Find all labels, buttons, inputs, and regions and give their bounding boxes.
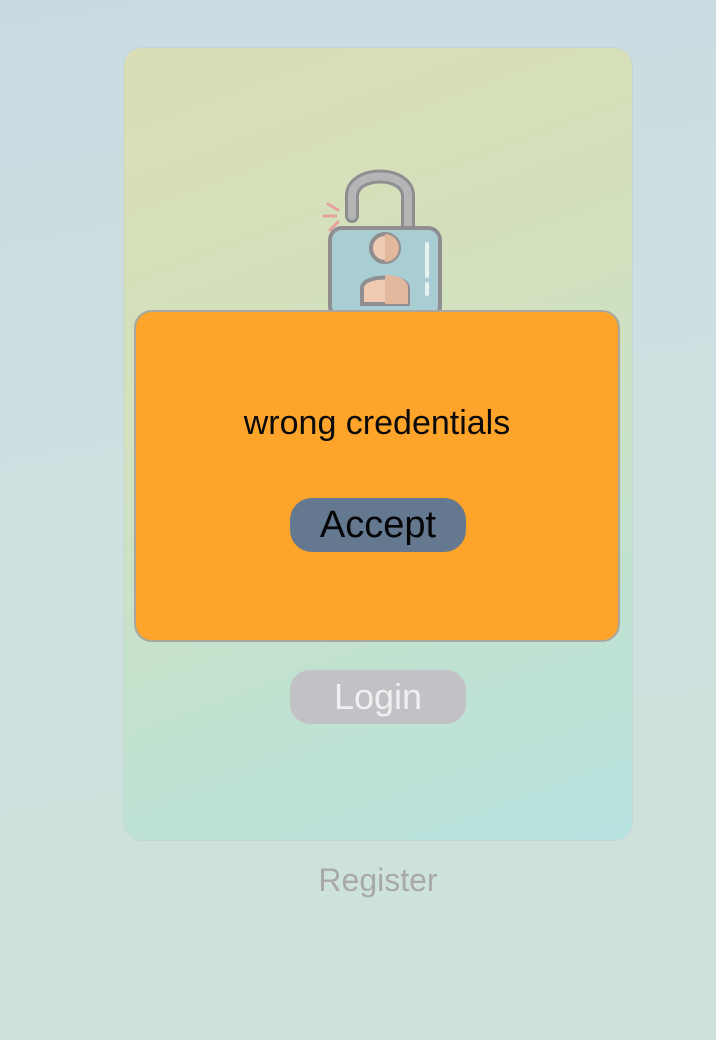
accept-button[interactable]: Accept [290, 498, 466, 552]
error-dialog: wrong credentials Accept [134, 310, 620, 642]
register-link[interactable]: Register [0, 862, 716, 899]
login-button[interactable]: Login [290, 670, 466, 724]
unlocked-padlock-user-icon [310, 158, 450, 318]
dialog-message: wrong credentials [243, 404, 511, 442]
